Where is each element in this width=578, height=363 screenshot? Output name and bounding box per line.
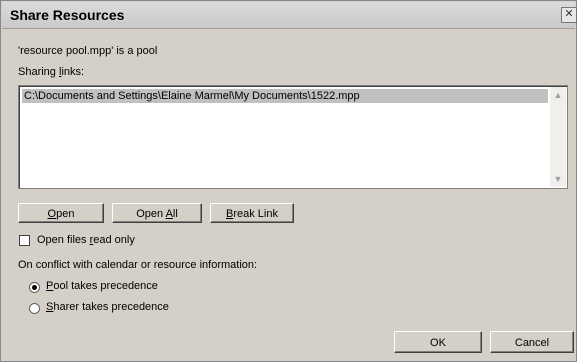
sharing-links-listbox[interactable]: C:\Documents and Settings\Elaine Marmel\… (18, 85, 568, 189)
sharing-links-label: Sharing links: (18, 66, 85, 78)
read-only-label: Open files read only (37, 234, 135, 246)
break-link-button[interactable]: Break Link (210, 203, 294, 223)
pool-status-text: 'resource pool.mpp' is a pool (18, 45, 158, 57)
title-bar: Share Resources ✕ (2, 2, 577, 29)
open-button[interactable]: Open (18, 203, 104, 223)
pool-precedence-label: Pool takes precedence (46, 280, 158, 292)
pool-precedence-radio[interactable] (29, 282, 40, 293)
close-icon[interactable]: ✕ (561, 7, 577, 23)
share-resources-dialog: Share Resources ✕ 'resource pool.mpp' is… (0, 0, 577, 362)
vertical-scrollbar[interactable]: ▲ ▼ (550, 87, 566, 187)
scroll-down-icon[interactable]: ▼ (550, 171, 566, 187)
list-item[interactable]: C:\Documents and Settings\Elaine Marmel\… (22, 89, 548, 103)
scroll-up-icon[interactable]: ▲ (550, 87, 566, 103)
radio-selected-icon (32, 285, 37, 290)
sharer-precedence-label: Sharer takes precedence (46, 301, 169, 313)
dialog-title: Share Resources (10, 7, 125, 23)
open-all-button[interactable]: Open All (112, 203, 202, 223)
conflict-label: On conflict with calendar or resource in… (18, 259, 258, 271)
sharer-precedence-radio[interactable] (29, 303, 40, 314)
cancel-button[interactable]: Cancel (490, 331, 574, 353)
read-only-checkbox[interactable] (19, 235, 30, 246)
ok-button[interactable]: OK (394, 331, 482, 353)
